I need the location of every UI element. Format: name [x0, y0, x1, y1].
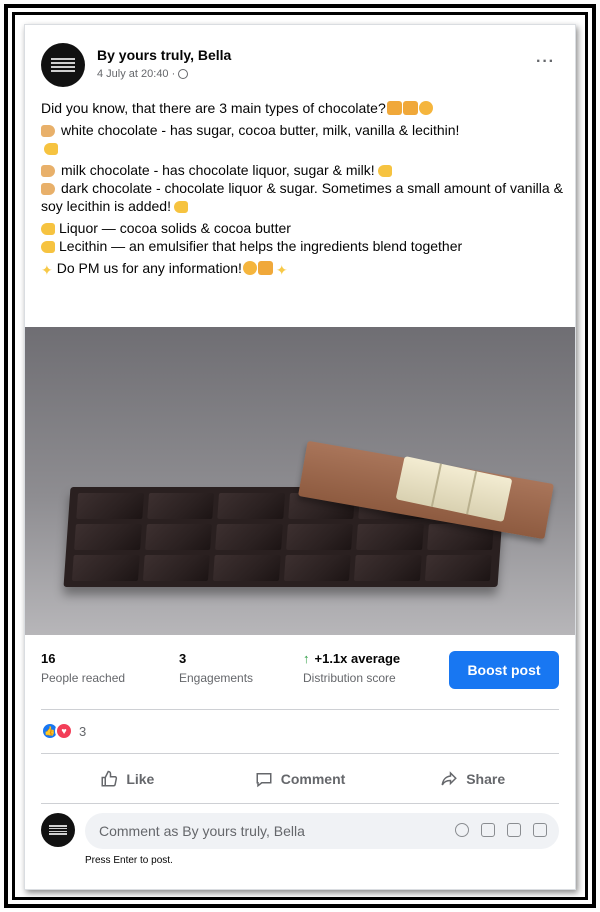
text-line-pm: ✦ Do PM us for any information! ✦	[41, 260, 288, 278]
smiley-emoji-icon	[418, 101, 433, 115]
avatar-logo-icon	[51, 58, 75, 72]
stat-distribution-score[interactable]: ↑ +1.1x average Distribution score	[303, 651, 400, 685]
distribution-label: Distribution score	[303, 671, 396, 685]
comment-tools	[455, 823, 547, 837]
text-line-dark: dark chocolate - chocolate liquor & suga…	[41, 180, 563, 214]
point-emoji-icon	[41, 223, 55, 235]
cat-emoji-icon	[402, 101, 418, 115]
text-line-milk: milk chocolate - has chocolate liquor, s…	[41, 161, 565, 179]
text-line-liquor: Liquor — cocoa solids & cocoa butter	[41, 219, 565, 237]
sparkles-icon: ✦	[41, 262, 53, 278]
stat-engagements[interactable]: 3 Engagements	[179, 651, 253, 685]
reached-label: People reached	[41, 671, 126, 685]
post-photo[interactable]	[25, 327, 575, 635]
reactions-summary[interactable]: 👍 ♥ 3	[41, 721, 86, 741]
comment-composer: Comment as By yours truly, Bella	[41, 811, 559, 851]
thumbs-up-icon	[101, 770, 118, 787]
author-name[interactable]: By yours truly, Bella	[97, 47, 231, 63]
post-insights: 16 People reached 3 Engagements ↑ +1.1x a…	[41, 647, 559, 703]
globe-icon	[178, 69, 189, 79]
comment-label: Comment	[280, 771, 346, 787]
share-label: Share	[466, 771, 506, 787]
divider	[41, 803, 559, 804]
engagements-count: 3	[179, 651, 187, 666]
reached-count: 16	[41, 651, 56, 666]
hand-pointing-icon	[41, 165, 55, 177]
stat-people-reached[interactable]: 16 People reached	[41, 651, 125, 685]
like-button[interactable]: Like	[41, 759, 214, 799]
more-options-button[interactable]: ···	[536, 53, 555, 71]
divider	[41, 753, 559, 754]
point-emoji-icon	[44, 143, 58, 155]
post-actions: Like Comment Share	[41, 759, 559, 799]
smiley-emoji-icon	[242, 261, 257, 275]
post-text: Did you know, that there are 3 main type…	[41, 99, 565, 283]
commenter-avatar[interactable]	[41, 813, 75, 847]
cat-emoji-icon	[257, 261, 273, 275]
boost-post-button[interactable]: Boost post	[449, 651, 559, 689]
distribution-value: +1.1x average	[314, 651, 401, 666]
emoji-picker-icon[interactable]	[455, 823, 469, 837]
engagements-label: Engagements	[179, 671, 254, 685]
cat-emoji-icon	[386, 101, 402, 115]
divider	[41, 709, 559, 710]
love-reaction-icon: ♥	[55, 722, 73, 740]
post-meta: 4 July at 20:40 ·	[97, 68, 189, 80]
camera-icon[interactable]	[481, 823, 495, 837]
point-emoji-icon	[173, 201, 188, 213]
post-header: By yours truly, Bella 4 July at 20:40 · …	[41, 43, 559, 89]
text-line-white: white chocolate - has sugar, cocoa butte…	[41, 121, 565, 157]
author-avatar[interactable]	[41, 43, 85, 87]
hand-pointing-icon	[41, 183, 55, 195]
avatar-logo-icon	[49, 825, 67, 835]
press-enter-hint: Press Enter to post.	[85, 855, 173, 866]
post-timestamp[interactable]: 4 July at 20:40 ·	[97, 68, 175, 80]
gif-icon[interactable]	[507, 823, 521, 837]
comment-button[interactable]: Comment	[214, 759, 387, 799]
point-emoji-icon	[377, 165, 392, 177]
like-label: Like	[126, 771, 155, 787]
sticker-icon[interactable]	[533, 823, 547, 837]
share-arrow-icon	[441, 771, 458, 786]
post-card: By yours truly, Bella 4 July at 20:40 · …	[24, 24, 576, 890]
arrow-up-icon: ↑	[303, 651, 310, 666]
point-emoji-icon	[41, 241, 55, 253]
comment-bubble-icon	[256, 773, 272, 788]
share-button[interactable]: Share	[386, 759, 559, 799]
reaction-count: 3	[79, 723, 87, 739]
sparkles-icon: ✦	[275, 262, 288, 278]
hand-pointing-icon	[41, 125, 55, 137]
text-line-lecithin: Lecithin — an emulsifier that helps the …	[41, 237, 565, 255]
text-line-intro: Did you know, that there are 3 main type…	[41, 99, 565, 117]
